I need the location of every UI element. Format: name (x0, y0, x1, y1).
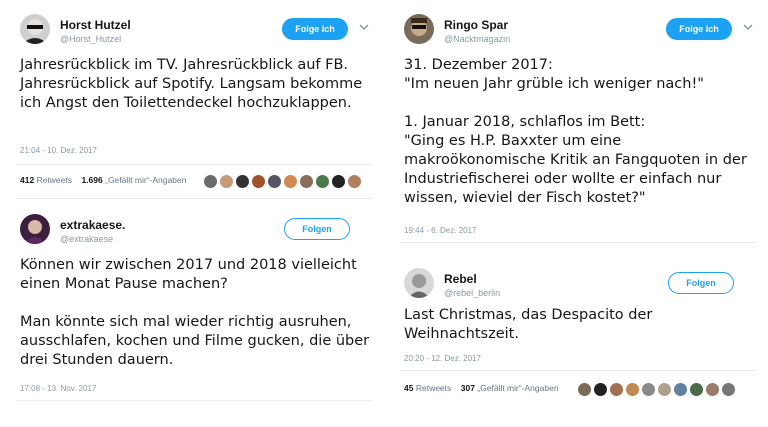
retweet-label[interactable]: Retweets (416, 383, 451, 393)
avatar[interactable] (626, 383, 639, 397)
avatar[interactable] (404, 268, 434, 298)
tweet-timestamp[interactable]: 20:20 - 12. Dez. 2017 (404, 354, 481, 363)
display-name[interactable]: extrakaese. (60, 218, 125, 232)
avatar[interactable] (204, 175, 217, 189)
retweet-label[interactable]: Retweets (37, 175, 72, 185)
avatar[interactable] (20, 14, 50, 44)
tweet-stats: 45 Retweets 307 „Gefällt mir“-Angaben (404, 378, 559, 398)
tweet-card: Rebel @rebel_berlin Folgen Last Christma… (392, 258, 764, 408)
display-name[interactable]: Horst Hutzel (60, 18, 131, 32)
tweet-header: Rebel @rebel_berlin Folgen (398, 266, 758, 306)
tweet-text: 31. Dezember 2017: "Im neuen Jahr grüble… (404, 57, 747, 206)
avatar[interactable] (252, 175, 265, 189)
divider (16, 198, 372, 199)
avatar[interactable] (236, 175, 249, 189)
liker-avatars (578, 381, 738, 397)
avatar[interactable] (348, 175, 361, 189)
avatar[interactable] (674, 383, 687, 397)
chevron-down-icon[interactable] (742, 21, 754, 33)
avatar[interactable] (300, 175, 313, 189)
user-handle[interactable]: @rebel_berlin (444, 288, 500, 298)
following-button[interactable]: Folge ich (666, 18, 732, 40)
follow-button[interactable]: Folgen (284, 218, 350, 240)
avatar[interactable] (404, 14, 434, 44)
tweet-text: Jahresrückblick im TV. Jahresrückblick a… (20, 57, 363, 111)
tweet-card: Ringo Spar @Nacktmagazin Folge ich 31. D… (392, 4, 764, 244)
divider (16, 164, 372, 165)
user-handle[interactable]: @extrakaese (60, 234, 113, 244)
avatar[interactable] (658, 383, 671, 397)
divider (400, 370, 756, 371)
display-name[interactable]: Ringo Spar (444, 18, 508, 32)
divider (400, 242, 756, 243)
tweet-header: extrakaese. @extrakaese Folgen (14, 212, 374, 252)
following-button[interactable]: Folge ich (282, 18, 348, 40)
avatar[interactable] (706, 383, 719, 397)
like-count[interactable]: 1.696 (81, 175, 102, 185)
chevron-down-icon[interactable] (358, 21, 370, 33)
avatar[interactable] (332, 175, 345, 189)
avatar[interactable] (722, 383, 735, 397)
avatar[interactable] (690, 383, 703, 397)
tweet-timestamp[interactable]: 19:44 - 6. Dez. 2017 (404, 226, 477, 235)
tweet-timestamp[interactable]: 21:04 - 10. Dez. 2017 (20, 146, 97, 155)
avatar[interactable] (20, 214, 50, 244)
avatar[interactable] (642, 383, 655, 397)
tweet-header: Horst Hutzel @Horst_Hutzel Folge ich (14, 12, 374, 52)
tweet-text: Können wir zwischen 2017 und 2018 vielle… (20, 257, 370, 368)
tweet-stats: 412 Retweets 1.696 „Gefällt mir“-Angaben (20, 170, 186, 190)
user-handle[interactable]: @Nacktmagazin (444, 34, 510, 44)
avatar[interactable] (316, 175, 329, 189)
avatar[interactable] (268, 175, 281, 189)
avatar[interactable] (578, 383, 591, 397)
like-count[interactable]: 307 (461, 383, 475, 393)
liker-avatars (204, 173, 364, 189)
tweet-timestamp[interactable]: 17:08 - 13. Nov. 2017 (20, 384, 96, 393)
divider (16, 400, 372, 401)
user-handle[interactable]: @Horst_Hutzel (60, 34, 121, 44)
avatar[interactable] (610, 383, 623, 397)
avatar[interactable] (284, 175, 297, 189)
retweet-count[interactable]: 45 (404, 383, 413, 393)
display-name[interactable]: Rebel (444, 272, 477, 286)
tweet-header: Ringo Spar @Nacktmagazin Folge ich (398, 12, 758, 52)
follow-button[interactable]: Folgen (668, 272, 734, 294)
tweet-card: extrakaese. @extrakaese Folgen Können wi… (8, 204, 380, 404)
tweet-card: Horst Hutzel @Horst_Hutzel Folge ich Jah… (8, 4, 380, 200)
retweet-count[interactable]: 412 (20, 175, 34, 185)
avatar[interactable] (220, 175, 233, 189)
tweet-text: Last Christmas, das Despacito der Weihna… (404, 307, 653, 342)
like-label[interactable]: „Gefällt mir“-Angaben (105, 175, 186, 185)
like-label[interactable]: „Gefällt mir“-Angaben (477, 383, 558, 393)
avatar[interactable] (594, 383, 607, 397)
